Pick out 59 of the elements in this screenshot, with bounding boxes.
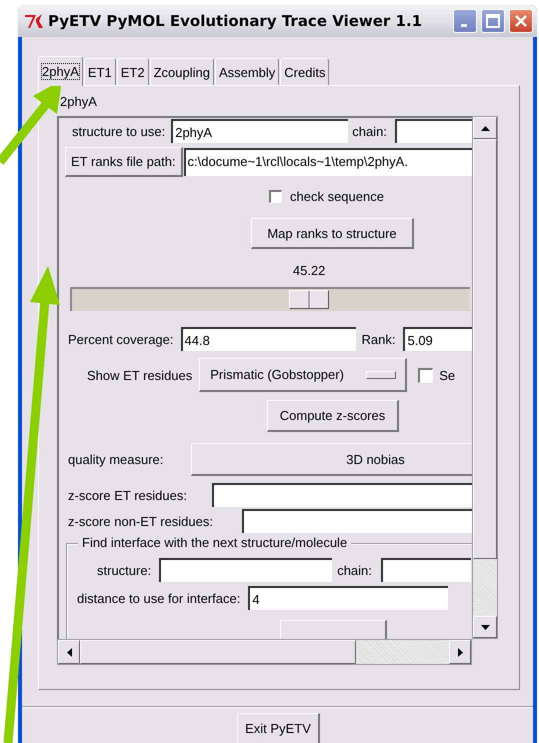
text-field[interactable]: 4 xyxy=(248,586,448,610)
field-label: structure to use: xyxy=(72,124,166,138)
field-label: z-score ET residues: xyxy=(68,488,188,502)
slider-thumb[interactable] xyxy=(289,290,330,309)
text-field[interactable]: 2phyA xyxy=(171,119,348,143)
menu-indicator-icon xyxy=(366,370,396,378)
text-field[interactable] xyxy=(212,483,472,507)
text-field[interactable] xyxy=(394,119,472,143)
slider-track[interactable] xyxy=(70,287,470,311)
text-field[interactable]: 5.09 xyxy=(403,327,472,351)
compute-button[interactable]: Compute z-scores xyxy=(267,400,399,432)
tab[interactable]: Assembly xyxy=(214,58,280,85)
option-menu[interactable]: Prismatic (Gobstopper) xyxy=(199,358,408,392)
quality-menu[interactable]: 3D nobias xyxy=(191,443,472,476)
minimize-icon xyxy=(460,24,466,26)
checkbox-label: Se xyxy=(439,368,456,382)
tab[interactable]: ET1 xyxy=(84,58,116,85)
feather-icon xyxy=(24,13,44,29)
slider-reading: 45.22 xyxy=(292,263,326,278)
scroll-right-icon[interactable] xyxy=(449,640,471,664)
checkbox[interactable] xyxy=(418,368,434,382)
maximize-button[interactable] xyxy=(481,9,505,33)
text-field[interactable]: c:\docume~1\rcl\locals~1\temp\2phyA. xyxy=(184,148,472,176)
scroll-up-icon[interactable] xyxy=(473,117,497,139)
scroll-left-icon[interactable] xyxy=(58,640,80,664)
file-path-button[interactable]: ET ranks file path: xyxy=(65,147,183,177)
text-field[interactable]: 44.8 xyxy=(180,327,356,351)
window-title: PyETV PyMOL Evolutionary Trace Viewer 1.1 xyxy=(48,12,424,30)
group-title: Find interface with the next structure/molecule xyxy=(78,535,352,550)
horizontal-scrollbar[interactable] xyxy=(57,639,472,665)
maximize-icon xyxy=(486,14,500,28)
scroll-down-icon[interactable] xyxy=(473,616,497,638)
scroll-thumb[interactable] xyxy=(473,139,497,559)
tab[interactable]: 2phyA xyxy=(38,56,83,86)
text-field[interactable] xyxy=(380,558,471,582)
field-label: z-score non-ET residues: xyxy=(68,514,214,528)
field-label: Rank: xyxy=(362,332,396,346)
tab[interactable]: ET2 xyxy=(116,58,149,85)
close-icon xyxy=(514,14,528,28)
checkbox[interactable] xyxy=(269,190,282,202)
field-label: distance to use for interface: xyxy=(77,590,240,606)
field-label: Show ET residues xyxy=(87,368,192,382)
text-field[interactable] xyxy=(242,509,472,533)
checkbox-label: check sequence xyxy=(290,188,384,204)
field-label: quality measure: xyxy=(68,452,164,467)
tab[interactable]: Zcoupling xyxy=(150,58,214,85)
exit-button[interactable]: Exit PyETV xyxy=(237,713,320,743)
field-label: chain: xyxy=(337,562,372,578)
minimize-button[interactable] xyxy=(453,9,477,33)
close-button[interactable] xyxy=(509,9,533,33)
vertical-scrollbar[interactable] xyxy=(472,116,498,639)
field-label: chain: xyxy=(352,124,387,138)
scroll-thumb[interactable] xyxy=(80,640,356,664)
tab[interactable]: Credits xyxy=(280,58,330,85)
field-label: Percent coverage: xyxy=(68,332,174,346)
map-button[interactable]: Map ranks to structure xyxy=(251,218,414,249)
panel-title: 2phyA xyxy=(60,94,98,111)
text-field[interactable] xyxy=(159,558,332,582)
field-label: structure: xyxy=(97,562,152,578)
